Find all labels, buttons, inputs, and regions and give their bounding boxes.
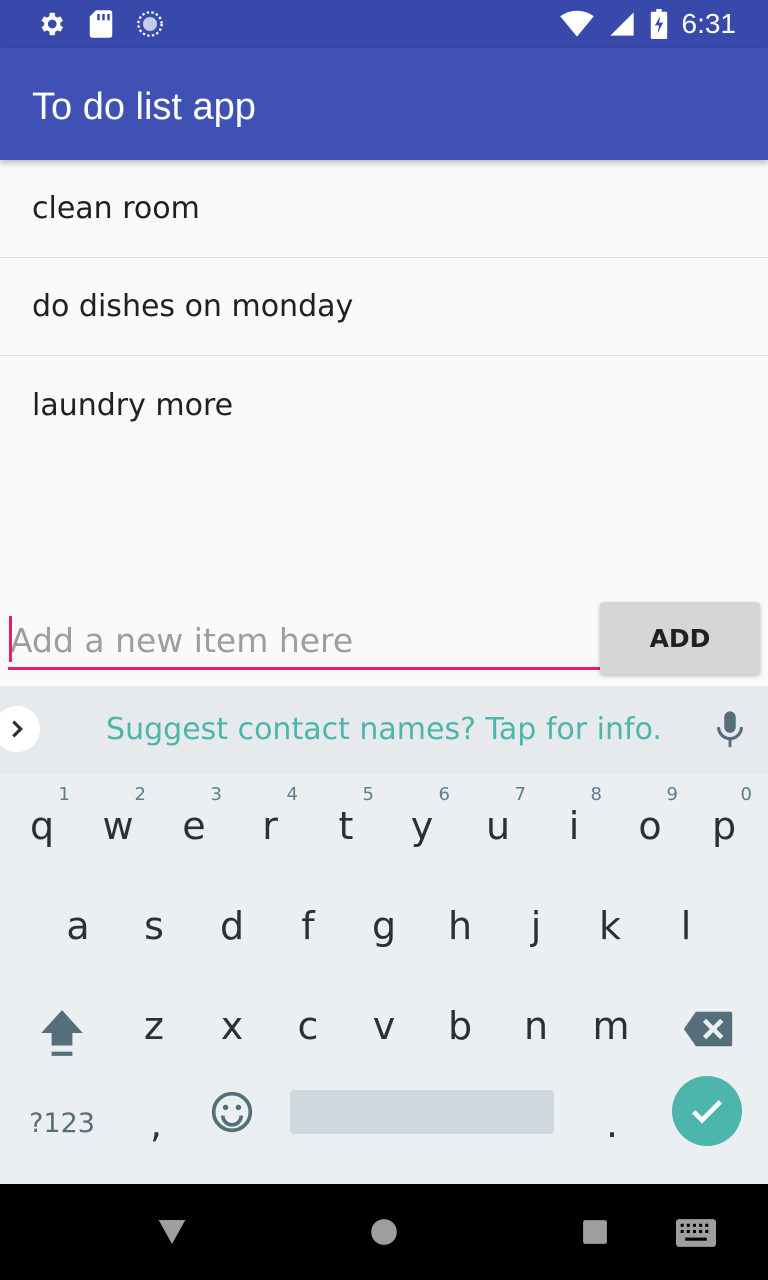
page-title: To do list app xyxy=(32,86,256,128)
key-p[interactable]: p0 xyxy=(704,784,752,848)
key-f[interactable]: f xyxy=(288,904,328,948)
text-cursor xyxy=(9,616,12,662)
checkmark-icon xyxy=(692,1100,722,1124)
soft-keyboard: Suggest contact names? Tap for info. q1 … xyxy=(0,686,768,1184)
sync-circle-icon xyxy=(137,11,163,37)
new-item-row: ADD xyxy=(0,600,768,686)
key-v[interactable]: v xyxy=(364,1004,404,1048)
key-d[interactable]: d xyxy=(212,904,252,948)
period-key[interactable]: . xyxy=(596,1102,628,1146)
key-s[interactable]: s xyxy=(134,904,174,948)
key-w[interactable]: w2 xyxy=(98,784,146,848)
key-z[interactable]: z xyxy=(134,1004,174,1048)
recents-square-icon[interactable] xyxy=(582,1219,608,1245)
key-i[interactable]: i8 xyxy=(554,784,602,848)
wifi-icon xyxy=(559,10,594,37)
comma-key[interactable]: , xyxy=(140,1102,172,1146)
backspace-icon xyxy=(683,1011,733,1047)
emoji-key[interactable] xyxy=(208,1090,256,1143)
smiley-icon xyxy=(211,1091,253,1133)
navigation-bar xyxy=(0,1184,768,1280)
signal-icon xyxy=(609,12,634,36)
suggestion-strip: Suggest contact names? Tap for info. xyxy=(0,686,768,774)
key-o[interactable]: o9 xyxy=(630,784,678,848)
key-n[interactable]: n xyxy=(516,1004,556,1048)
key-e[interactable]: e3 xyxy=(174,784,222,848)
key-k[interactable]: k xyxy=(590,904,630,948)
keyboard-icon[interactable] xyxy=(676,1218,716,1248)
status-bar: 6:31 xyxy=(0,0,768,48)
key-u[interactable]: u7 xyxy=(478,784,526,848)
list-item[interactable]: laundry more xyxy=(0,356,768,454)
key-j[interactable]: j xyxy=(516,904,556,948)
key-m[interactable]: m xyxy=(588,1004,634,1048)
list-item[interactable]: do dishes on monday xyxy=(0,258,768,356)
key-r[interactable]: r4 xyxy=(250,784,298,848)
key-l[interactable]: l xyxy=(666,904,706,948)
key-h[interactable]: h xyxy=(440,904,480,948)
space-bar[interactable] xyxy=(290,1090,554,1134)
shift-key[interactable] xyxy=(36,1006,88,1069)
shift-icon xyxy=(41,1010,83,1056)
status-time: 6:31 xyxy=(681,8,737,39)
app-bar: To do list app xyxy=(0,48,768,160)
key-y[interactable]: y6 xyxy=(402,784,450,848)
key-t[interactable]: t5 xyxy=(326,784,374,848)
battery-charging-icon xyxy=(650,9,667,39)
key-q[interactable]: q1 xyxy=(22,784,70,848)
sd-card-icon xyxy=(89,10,113,38)
microphone-icon[interactable] xyxy=(712,710,748,750)
key-a[interactable]: a xyxy=(58,904,98,948)
key-b[interactable]: b xyxy=(440,1004,480,1048)
home-circle-icon[interactable] xyxy=(370,1216,398,1248)
key-c[interactable]: c xyxy=(288,1004,328,1048)
add-button[interactable]: ADD xyxy=(600,602,760,674)
back-triangle-icon[interactable] xyxy=(156,1216,188,1248)
backspace-key[interactable] xyxy=(682,1010,734,1057)
list-item[interactable]: clean room xyxy=(0,160,768,258)
symbols-key[interactable]: ?123 xyxy=(22,1108,102,1139)
gear-icon xyxy=(41,12,64,36)
enter-key[interactable] xyxy=(672,1076,742,1146)
suggestion-text[interactable]: Suggest contact names? Tap for info. xyxy=(0,712,768,747)
key-x[interactable]: x xyxy=(212,1004,252,1048)
new-item-input[interactable] xyxy=(8,614,600,670)
key-g[interactable]: g xyxy=(364,904,404,948)
todo-list: clean room do dishes on monday laundry m… xyxy=(0,160,768,454)
